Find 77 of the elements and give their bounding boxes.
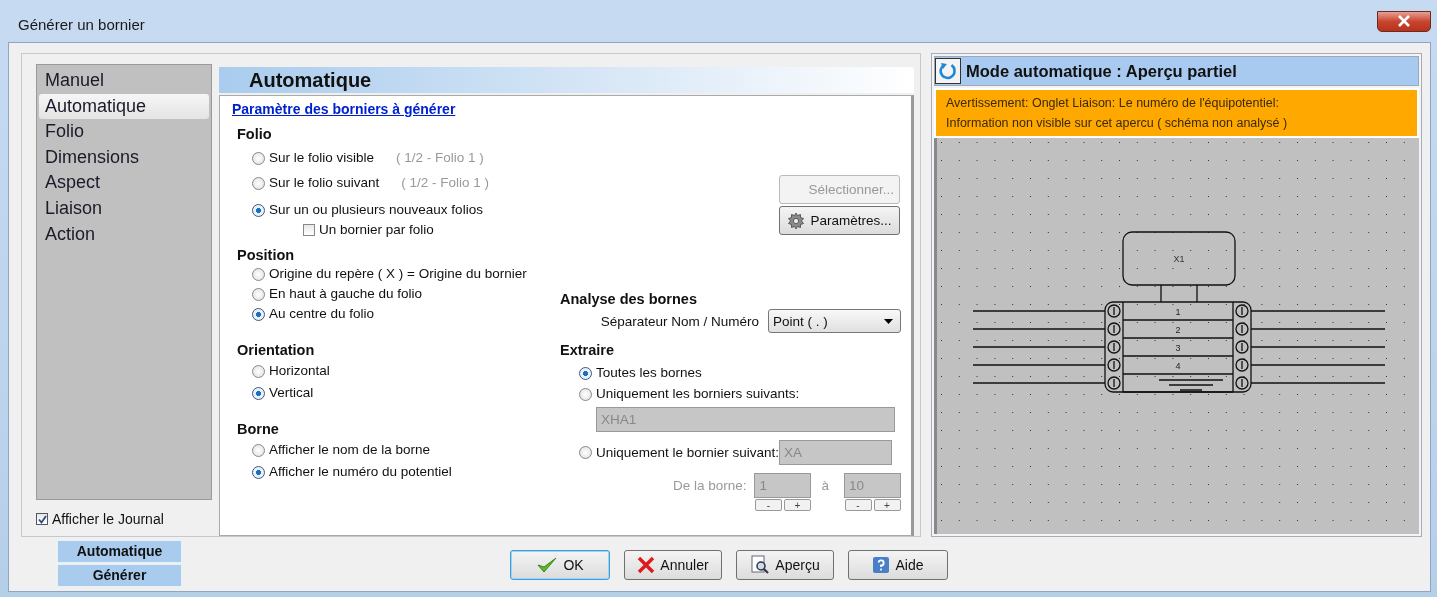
checkbox[interactable] [36,513,48,525]
radio-button[interactable] [579,366,592,380]
cross-icon [637,556,656,574]
option-label: Uniquement le bornier suivant: [596,443,780,462]
sidebar-item[interactable]: Aspect [39,170,209,196]
sidebar-item[interactable]: Automatique [39,93,209,120]
range-label: à [821,477,829,495]
preview-title: Mode automatique : Aperçu partiel [966,61,1237,81]
radio-button[interactable] [579,387,592,401]
radio-button[interactable] [252,386,265,400]
option-label: Origine du repère ( X ) = Origine du bornier [269,265,527,283]
magnifier-icon [750,555,771,575]
radio-button[interactable] [252,307,265,321]
radio-button[interactable] [252,151,265,165]
radio-button[interactable] [252,176,265,190]
caret-icon [884,318,893,324]
help-button[interactable]: Aide [848,550,948,580]
option-label: Sur le folio suivant [269,174,380,192]
mode-tab[interactable]: Générer [57,564,182,587]
option-label: Vertical [269,384,314,402]
section-link[interactable]: Paramètre des borniers à générer [232,101,456,117]
checkbox[interactable] [303,224,315,236]
radio-button[interactable] [252,364,265,378]
mode-tab[interactable]: Automatique [57,540,182,563]
window-title: Générer un bornier [18,15,145,33]
checkmark-icon [536,556,559,574]
preview-button[interactable]: Aperçu [736,550,834,580]
warning-text: Avertissement: Onglet Liaison: Le numéro de l'équipotentiel: [946,95,1280,112]
terminal-number: 2 [1175,325,1181,335]
sidebar-item[interactable]: Liaison [39,195,209,222]
separator-dropdown[interactable]: Point ( . ) [768,309,901,333]
option-label: En haut à gauche du folio [269,285,423,303]
radio-button[interactable] [579,446,592,459]
help-icon [872,556,891,574]
refresh-icon [938,61,958,81]
group-heading: Folio [237,125,273,143]
group-heading: Borne [237,420,280,438]
option-label: Afficher le nom de la borne [269,441,431,459]
radio-button[interactable] [252,203,265,217]
radio-button[interactable] [252,443,265,457]
sidebar-item[interactable]: Action [39,221,209,248]
sidebar-item[interactable]: Manuel [39,68,209,94]
warning-text: Information non visible sur cet apercu ( schéma non analysé ) [946,115,1289,132]
refresh-button[interactable] [935,58,961,84]
option-label: Sur un ou plusieurs nouveaux folios [269,201,483,219]
option-label: Sur le folio visible [269,149,375,167]
settings-button[interactable]: Paramètres... [779,206,900,235]
radio-button[interactable] [252,267,265,281]
terminal-number: 4 [1175,361,1181,371]
field-label: Séparateur Nom / Numéro [600,313,759,329]
option-label: Horizontal [269,362,330,380]
sidebar-item[interactable]: Folio [39,119,209,145]
panel-title: Automatique [249,68,372,92]
option-label: Uniquement les borniers suivants: [596,385,800,403]
radio-button[interactable] [252,287,265,301]
terminal-number: 1 [1175,307,1181,317]
folio-note: ( 1/2 - Folio 1 ) [401,174,490,192]
radio-button[interactable] [252,465,265,479]
cancel-button[interactable]: Annuler [624,550,722,580]
range-label: De la borne: [672,477,747,495]
checkbox-label: Un bornier par folio [319,221,434,239]
ok-button[interactable]: OK [510,550,610,580]
gear-icon [787,211,806,230]
group-heading: Position [237,246,296,264]
block-label: X1 [1173,254,1185,264]
checkbox-label: Afficher le Journal [52,511,164,527]
close-icon [1397,15,1411,27]
group-heading: Extraire [560,341,615,359]
folio-note: ( 1/2 - Folio 1 ) [396,149,484,167]
sidebar-item[interactable]: Dimensions [39,144,209,171]
option-label: Afficher le numéro du potentiel [269,463,452,481]
group-heading: Analyse des bornes [560,290,698,308]
terminal-number: 3 [1175,343,1181,353]
option-label: Toutes les bornes [596,364,702,382]
close-button[interactable] [1377,10,1431,32]
group-heading: Orientation [237,341,316,359]
option-label: Au centre du folio [269,305,375,323]
